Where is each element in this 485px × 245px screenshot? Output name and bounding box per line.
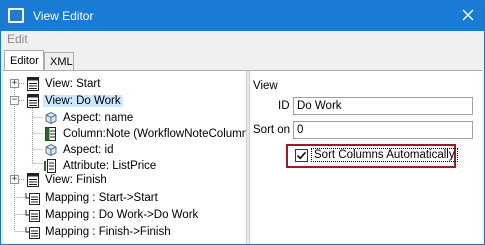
menu-bar: Edit: [1, 31, 484, 48]
column-icon: [45, 126, 56, 141]
tree-label: View: Do Work: [43, 94, 123, 107]
tree-node-view-finish[interactable]: View: Finish: [25, 171, 109, 188]
sort-on-field[interactable]: 0: [293, 121, 473, 139]
title-bar[interactable]: View Editor: [1, 1, 484, 31]
tree-label: Mapping : Finish->Finish: [45, 225, 171, 238]
mapping-icon: [25, 192, 40, 205]
id-label: ID: [278, 100, 290, 112]
view-icon: [27, 76, 39, 91]
tree-node-aspect-id[interactable]: Aspect: id: [43, 141, 116, 158]
tree-label: Mapping : Start->Start: [45, 191, 158, 204]
sort-on-label: Sort on: [253, 124, 291, 136]
tree-label: View: Start: [45, 77, 101, 90]
tab-editor[interactable]: Editor: [4, 50, 44, 71]
view-tree[interactable]: + − + View: Start View: Do Work Aspect: …: [3, 71, 252, 244]
tree-node-aspect-name[interactable]: Aspect: name: [43, 109, 135, 126]
app-icon: [8, 8, 24, 23]
tree-node-view-dowork[interactable]: View: Do Work: [25, 92, 123, 109]
tree-node-mapping-start[interactable]: Mapping : Start->Start: [25, 189, 160, 206]
mapping-icon: [25, 209, 40, 222]
tree-label: Aspect: name: [63, 111, 134, 124]
tree-label: Column:Note (WorkflowNoteColumn): [63, 127, 252, 140]
sort-columns-checkbox[interactable]: [295, 149, 308, 162]
sort-columns-label[interactable]: Sort Columns Automatically: [311, 148, 458, 162]
collapse-view-dowork[interactable]: −: [10, 96, 19, 105]
aspect-icon: [45, 143, 57, 156]
tree-node-view-start[interactable]: View: Start: [25, 75, 102, 92]
tab-strip: Editor XML: [1, 49, 484, 71]
expand-view-finish[interactable]: +: [10, 175, 19, 184]
tree-label: Aspect: id: [63, 143, 114, 156]
aspect-icon: [45, 111, 57, 124]
checkmark-icon: [296, 151, 307, 160]
view-icon: [27, 172, 39, 187]
tree-label: View: Finish: [45, 173, 107, 186]
view-icon: [27, 93, 39, 108]
tree-node-mapping-finish[interactable]: Mapping : Finish->Finish: [25, 223, 173, 240]
tree-node-column-note[interactable]: Column:Note (WorkflowNoteColumn): [43, 125, 254, 142]
id-field[interactable]: Do Work: [293, 97, 473, 115]
properties-section-title: View: [253, 80, 278, 92]
close-icon[interactable]: [458, 5, 478, 25]
tree-label: Attribute: ListPrice: [63, 159, 157, 172]
window-title: View Editor: [33, 9, 94, 23]
tab-xml[interactable]: XML: [44, 52, 74, 71]
view-editor-window: View Editor Edit Editor XML + − + View: …: [0, 0, 485, 245]
tree-node-mapping-dowork[interactable]: Mapping : Do Work->Do Work: [25, 206, 200, 223]
tree-label: Mapping : Do Work->Do Work: [45, 208, 199, 221]
expand-view-start[interactable]: +: [10, 79, 19, 88]
mapping-icon: [25, 226, 40, 239]
menu-edit[interactable]: Edit: [7, 32, 28, 46]
